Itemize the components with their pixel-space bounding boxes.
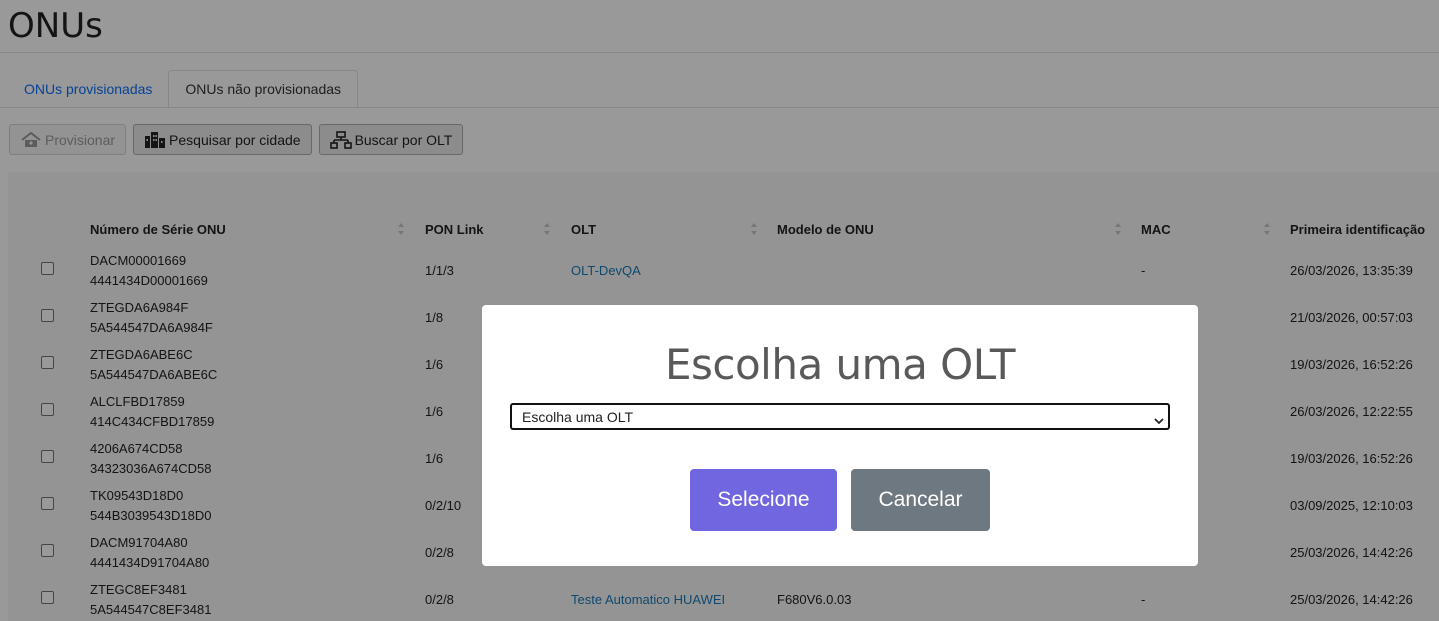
chevron-down-icon bbox=[1154, 412, 1164, 428]
cancel-button[interactable]: Cancelar bbox=[851, 469, 990, 531]
choose-olt-dialog: Escolha uma OLT Escolha uma OLT Selecion… bbox=[482, 305, 1198, 566]
dialog-title: Escolha uma OLT bbox=[664, 340, 1016, 389]
olt-select-value: Escolha uma OLT bbox=[522, 408, 634, 425]
select-button[interactable]: Selecione bbox=[690, 469, 837, 531]
olt-select[interactable]: Escolha uma OLT bbox=[510, 403, 1170, 430]
